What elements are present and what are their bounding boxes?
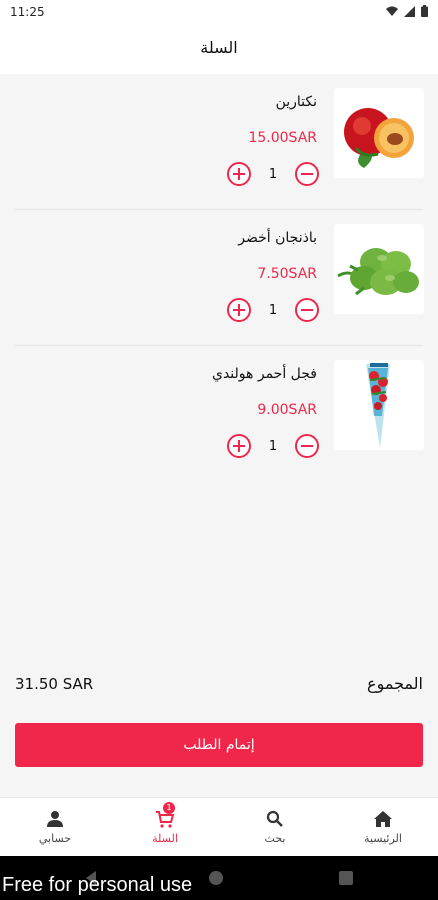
nav-item-account[interactable]: حسابي xyxy=(0,798,110,857)
signal-icon xyxy=(404,5,415,17)
app-header: السلة xyxy=(0,24,438,74)
person-icon xyxy=(47,811,63,827)
battery-icon xyxy=(421,5,428,17)
item-price: 15.00SAR xyxy=(248,130,317,146)
nav-item-cart[interactable]: 1 السلة xyxy=(110,798,220,857)
decrease-quantity-button[interactable] xyxy=(295,434,319,458)
decrease-quantity-button[interactable] xyxy=(295,298,319,322)
page-title: السلة xyxy=(200,38,238,57)
nav-item-search[interactable]: بحث xyxy=(220,798,330,857)
total-row: المجموع 31.50 SAR xyxy=(15,674,423,698)
quantity-value: 1 xyxy=(268,302,278,318)
cart-item: فجل أحمر هولندي 9.00SAR 1 xyxy=(15,346,424,482)
home-icon xyxy=(374,811,392,827)
increase-quantity-button[interactable] xyxy=(227,298,251,322)
quantity-value: 1 xyxy=(268,166,278,182)
recents-icon[interactable] xyxy=(338,870,354,886)
item-name: نكتارين xyxy=(275,94,317,110)
dutch-radish-image xyxy=(334,360,424,450)
nav-label: حسابي xyxy=(38,832,72,845)
status-icons xyxy=(386,5,428,17)
cart-badge: 1 xyxy=(163,802,175,814)
increase-quantity-button[interactable] xyxy=(227,162,251,186)
status-bar: 11:25 xyxy=(0,0,438,24)
home-button-icon[interactable] xyxy=(208,870,224,886)
nav-label: بحث xyxy=(264,832,286,845)
quantity-value: 1 xyxy=(268,438,278,454)
wifi-icon xyxy=(386,6,398,16)
increase-quantity-button[interactable] xyxy=(227,434,251,458)
nectarine-image xyxy=(334,88,424,178)
item-price: 9.00SAR xyxy=(257,402,317,418)
total-value: 31.50 SAR xyxy=(15,675,94,693)
quantity-stepper: 1 xyxy=(227,434,319,458)
nav-item-home[interactable]: الرئيسية xyxy=(328,798,438,857)
nav-label: الرئيسية xyxy=(364,832,402,845)
bottom-nav: حسابي 1 السلة بحث الرئيسية xyxy=(0,797,438,856)
watermark-text: Free for personal use xyxy=(2,874,193,896)
search-icon xyxy=(266,810,283,827)
item-name: فجل أحمر هولندي xyxy=(211,366,317,382)
total-label: المجموع xyxy=(367,674,423,693)
item-name: باذنجان أخضر xyxy=(238,230,317,246)
cart-list: نكتارين 15.00SAR 1 باذنجان أخضر 7.50SAR xyxy=(0,74,438,482)
cart-item: باذنجان أخضر 7.50SAR 1 xyxy=(15,210,424,346)
checkout-button[interactable]: إتمام الطلب xyxy=(15,723,423,767)
quantity-stepper: 1 xyxy=(227,162,319,186)
nav-label: السلة xyxy=(152,832,178,845)
decrease-quantity-button[interactable] xyxy=(295,162,319,186)
quantity-stepper: 1 xyxy=(227,298,319,322)
item-price: 7.50SAR xyxy=(257,266,317,282)
status-time: 11:25 xyxy=(10,5,45,19)
green-eggplant-image xyxy=(334,224,424,314)
cart-item: نكتارين 15.00SAR 1 xyxy=(15,74,424,210)
